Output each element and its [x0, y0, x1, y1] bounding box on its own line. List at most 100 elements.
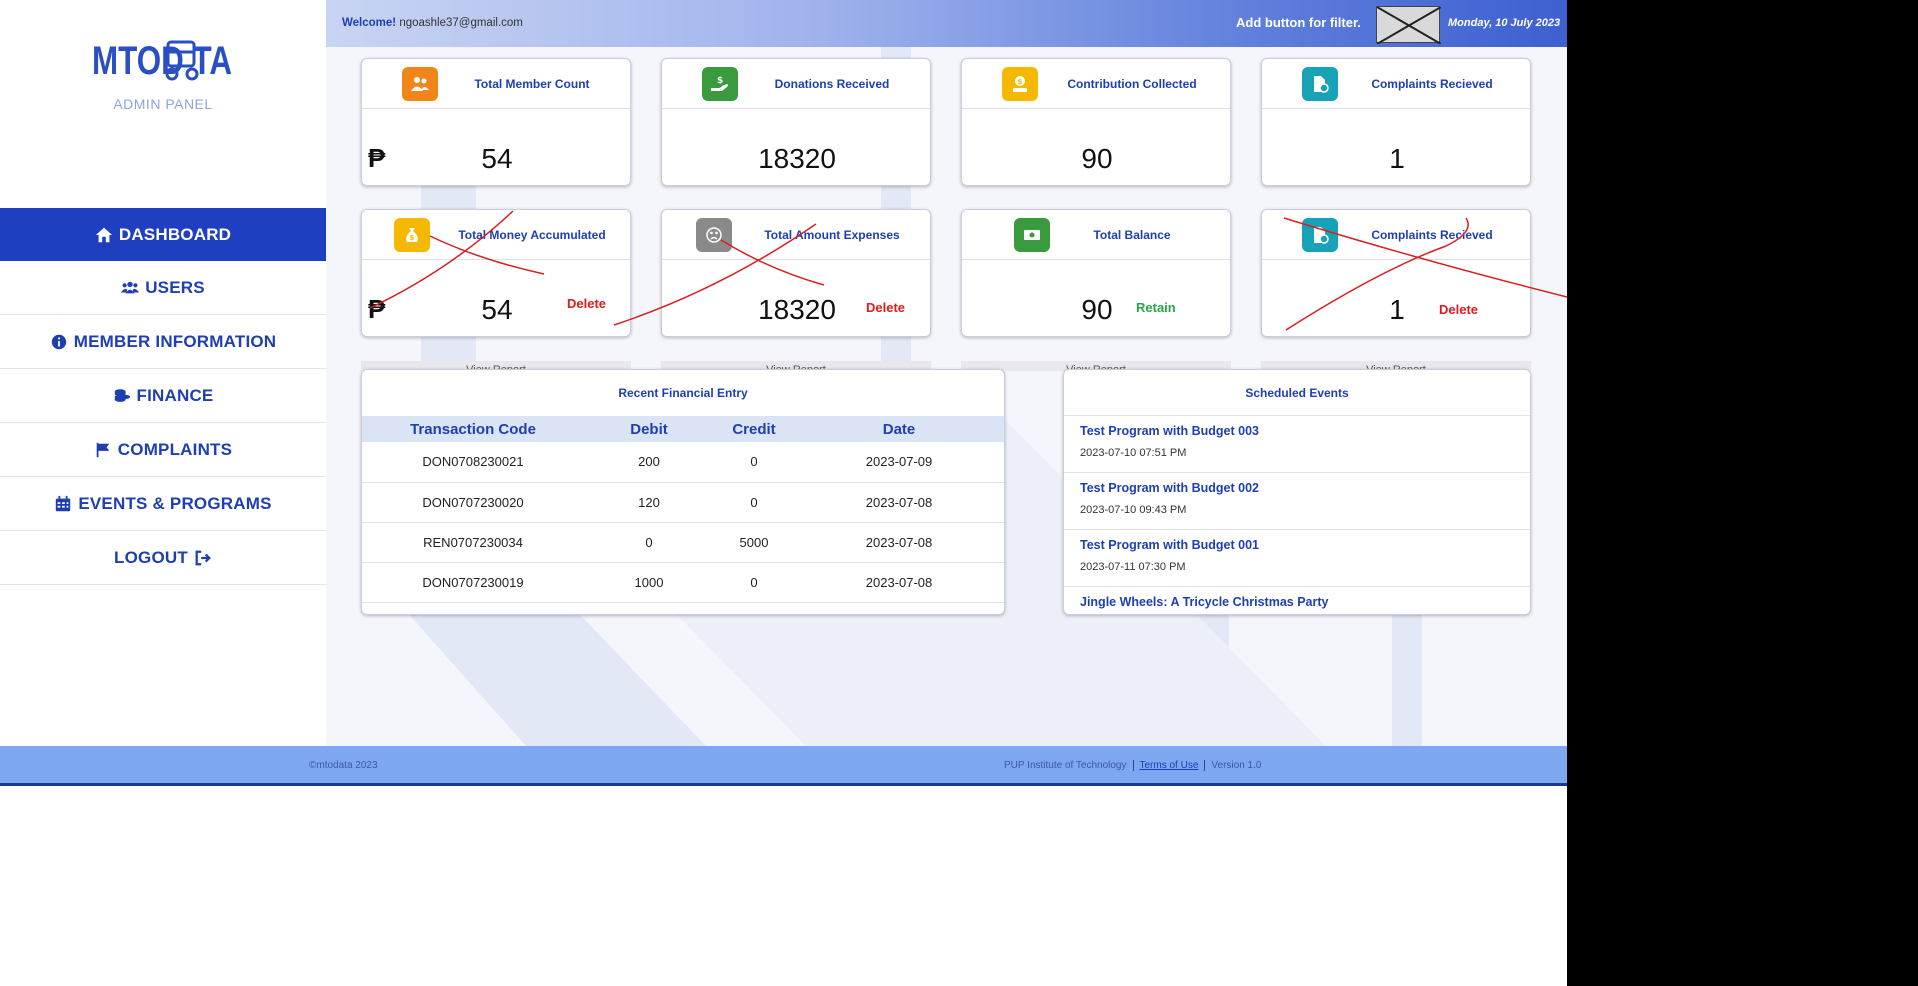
card-value: 18320	[758, 143, 836, 174]
cell-date: 2023-07-08	[794, 482, 1004, 523]
cell-credit: 0	[714, 482, 794, 523]
column-header: Debit	[584, 416, 714, 442]
event-item[interactable]: Test Program with Budget 001 2023-07-11 …	[1064, 530, 1530, 587]
footer-links: PUP Institute of Technology Terms of Use V…	[1004, 760, 1261, 771]
card-value: 54	[481, 143, 513, 174]
card-title: Complaints Recieved	[1371, 228, 1493, 242]
footer-institute: PUP Institute of Technology	[1004, 760, 1127, 772]
home-icon	[95, 227, 112, 242]
sidebar-item-complaints[interactable]: COMPLAINTS	[0, 423, 326, 477]
app-viewport: MTOD TA ADMIN PANEL DASHBOARD USERS MEMB…	[0, 0, 1567, 986]
sidebar-item-logout[interactable]: LOGOUT	[0, 531, 326, 585]
user-email: ngoashle37@gmail.com	[399, 17, 523, 29]
svg-text:MTOD TA: MTOD TA	[92, 39, 232, 83]
svg-text:$: $	[410, 234, 415, 242]
broken-image-icon	[1376, 6, 1442, 45]
cell-debit: 0	[584, 522, 714, 563]
sidebar-item-events-programs[interactable]: EVENTS & PROGRAMS	[0, 477, 326, 531]
table-row: DON0707230019 1000 0 2023-07-08	[362, 562, 1004, 603]
welcome-label: Welcome!	[342, 17, 397, 29]
footer-copyright: ©mtodata 2023	[309, 760, 378, 771]
card-value: 90	[1081, 143, 1113, 174]
delete-annotation: Delete	[567, 296, 607, 311]
event-title: Jingle Wheels: A Tricycle Christmas Part…	[1080, 595, 1329, 609]
column-header: Credit	[714, 416, 794, 442]
event-item[interactable]: Test Program with Budget 003 2023-07-10 …	[1064, 416, 1530, 473]
cell-credit: 5000	[714, 522, 794, 563]
card-title: Contribution Collected	[1067, 77, 1197, 91]
cell-date: 2023-07-09	[794, 442, 1004, 483]
cell-debit: 200	[584, 442, 714, 483]
sidebar-item-label: USERS	[145, 277, 205, 297]
card-title: Total Money Accumulated	[458, 228, 606, 242]
page-bottom-blank	[0, 789, 1567, 986]
sidebar-item-users[interactable]: USERS	[0, 261, 326, 315]
card-complaints-received-duplicate[interactable]: Complaints Recieved 1 Delete	[1261, 209, 1531, 337]
table-row: REN0707230034 0 5000 2023-07-08	[362, 522, 1004, 563]
recent-financial-entry-panel: Recent Financial Entry Transaction Code …	[361, 369, 1005, 615]
footer: ©mtodata 2023 PUP Institute of Technolog…	[0, 746, 1567, 786]
delete-annotation: Delete	[866, 300, 906, 315]
event-item[interactable]: Test Program with Budget 002 2023-07-10 …	[1064, 473, 1530, 530]
coins-icon	[114, 388, 130, 402]
event-date: 2023-07-11 07:30 PM	[1080, 561, 1186, 573]
card-total-amount-expenses[interactable]: Total Amount Expenses 18320 Delete	[661, 209, 931, 337]
footer-version: Version 1.0	[1211, 760, 1262, 772]
sidebar-item-dashboard[interactable]: DASHBOARD	[0, 208, 326, 261]
svg-text:$: $	[717, 76, 723, 86]
card-total-member-count[interactable]: Total Member Count ₱ 54	[361, 58, 631, 186]
card-value: 90	[1081, 294, 1113, 325]
card-donations-received[interactable]: $ Donations Received 18320	[661, 58, 931, 186]
cell-transaction-code: DON0707230020	[362, 482, 584, 523]
file-clock-icon	[1302, 218, 1338, 252]
column-header: Transaction Code	[362, 416, 584, 442]
event-title: Test Program with Budget 003	[1080, 424, 1259, 438]
flag-icon	[96, 442, 110, 457]
event-date: 2023-07-10 07:51 PM	[1080, 447, 1187, 459]
card-total-balance[interactable]: Total Balance 90 Retain	[961, 209, 1231, 337]
cell-date: 2023-07-08	[794, 562, 1004, 603]
cell-date: 2023-07-08	[794, 522, 1004, 563]
event-title: Test Program with Budget 002	[1080, 481, 1259, 495]
main-content: Welcome! ngoashle37@gmail.com Add button…	[326, 0, 1567, 746]
file-clock-icon	[1302, 67, 1338, 101]
scheduled-events-panel: Scheduled Events Test Program with Budge…	[1063, 369, 1531, 615]
hand-holding-dollar-icon: $	[702, 67, 738, 101]
sidebar-item-member-information[interactable]: MEMBER INFORMATION	[0, 315, 326, 369]
card-complaints-received[interactable]: Complaints Recieved 1	[1261, 58, 1531, 186]
terms-of-use-link[interactable]: Terms of Use	[1140, 760, 1199, 771]
sidebar-item-finance[interactable]: FINANCE	[0, 369, 326, 423]
event-item[interactable]: Jingle Wheels: A Tricycle Christmas Part…	[1064, 587, 1530, 614]
svg-text:$: $	[1018, 78, 1023, 86]
cell-transaction-code: DON0707230019	[362, 562, 584, 603]
cell-credit: 0	[714, 442, 794, 483]
retain-annotation: Retain	[1136, 300, 1176, 315]
card-value: 1	[1389, 143, 1405, 174]
event-date: 2023-07-10 09:43 PM	[1080, 504, 1187, 516]
card-contribution-collected[interactable]: $ Contribution Collected 90	[961, 58, 1231, 186]
cell-credit: 0	[714, 562, 794, 603]
sidebar-item-label: FINANCE	[136, 385, 214, 405]
sidebar-item-label: DASHBOARD	[118, 224, 232, 244]
top-bar: Welcome! ngoashle37@gmail.com Add button…	[326, 0, 1567, 47]
sidebar-item-label: COMPLAINTS	[117, 439, 233, 459]
calendar-icon	[56, 495, 71, 511]
cell-debit: 120	[584, 482, 714, 523]
info-circle-icon	[51, 334, 66, 349]
sidebar-item-label: EVENTS & PROGRAMS	[78, 493, 272, 513]
sidebar-nav: DASHBOARD USERS MEMBER INFORMATION FINAN…	[0, 208, 326, 585]
card-title: Donations Received	[774, 77, 890, 91]
sad-face-icon	[696, 218, 732, 252]
donate-icon: $	[1002, 67, 1038, 101]
event-title: Test Program with Budget 001	[1080, 538, 1259, 552]
column-header: Date	[794, 416, 1004, 442]
welcome-message: Welcome! ngoashle37@gmail.com	[342, 17, 523, 29]
panel-title: Scheduled Events	[1064, 370, 1530, 416]
card-total-money-accumulated[interactable]: $ Total Money Accumulated ₱ 54 Delete	[361, 209, 631, 337]
sidebar-item-label: LOGOUT	[114, 547, 188, 567]
admin-panel-subtitle: ADMIN PANEL	[113, 96, 213, 112]
financial-table: Transaction Code Debit Credit Date DON07…	[362, 416, 1004, 603]
card-title: Complaints Recieved	[1371, 77, 1493, 91]
card-value: 1	[1389, 294, 1405, 325]
cell-debit: 1000	[584, 562, 714, 603]
